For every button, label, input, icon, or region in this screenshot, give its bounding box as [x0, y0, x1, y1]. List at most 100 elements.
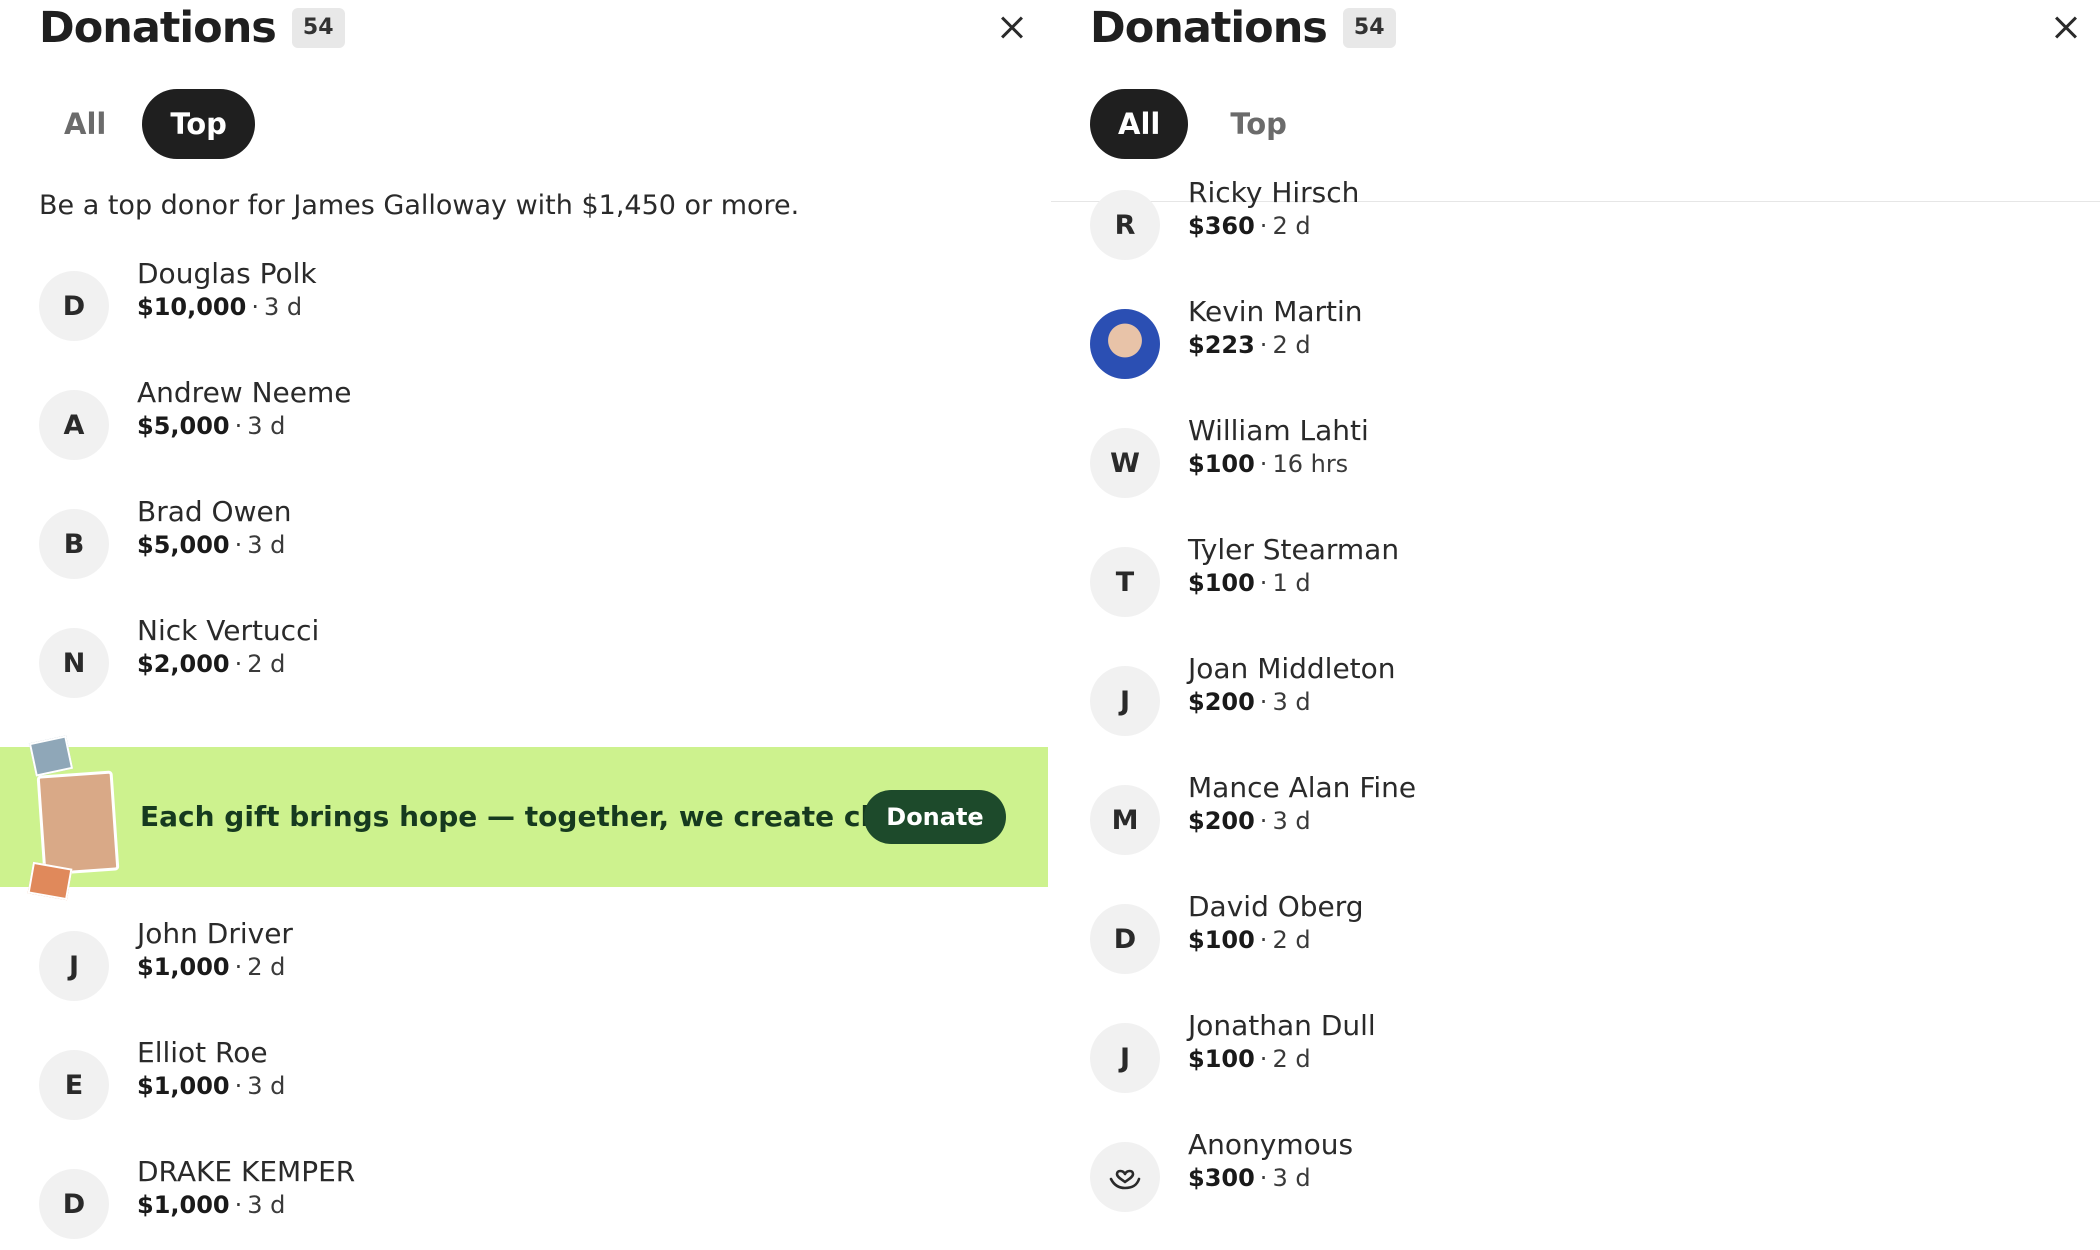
donation-amount: $1,000	[137, 1072, 230, 1100]
donation-time: 2 d	[1272, 212, 1311, 240]
tab-top[interactable]: Top	[142, 89, 255, 159]
donation-amount: $100	[1188, 926, 1255, 954]
donation-amount: $100	[1188, 450, 1255, 478]
donations-panel-all: Donations 54 All Top R Ricky Hirsch $360 · 2…	[1051, 0, 2100, 1250]
donation-meta: $100 · 2 d	[1188, 926, 1311, 954]
donor-name: Douglas Polk	[137, 257, 317, 290]
avatar-initial: T	[1090, 547, 1160, 617]
separator: ·	[234, 1072, 243, 1100]
tab-all[interactable]: All	[1090, 89, 1189, 159]
donation-amount: $100	[1188, 569, 1255, 597]
donation-meta: $360 · 2 d	[1188, 212, 1311, 240]
donor-name: David Oberg	[1188, 890, 1364, 923]
donation-amount: $5,000	[137, 412, 230, 440]
donation-amount: $300	[1188, 1164, 1255, 1192]
donor-name: John Driver	[137, 917, 293, 950]
separator: ·	[1259, 331, 1268, 359]
donation-time: 3 d	[247, 1191, 286, 1219]
donation-meta: $1,000 · 3 d	[137, 1191, 285, 1219]
donor-name: William Lahti	[1188, 414, 1369, 447]
tab-all[interactable]: All	[36, 89, 134, 159]
donation-time: 2 d	[1272, 926, 1311, 954]
banner-photo	[28, 735, 74, 777]
donor-name: Anonymous	[1188, 1128, 1354, 1161]
donation-amount: $2,000	[137, 650, 230, 678]
avatar	[1090, 309, 1160, 379]
donor-name: Elliot Roe	[137, 1036, 268, 1069]
close-icon[interactable]	[988, 4, 1036, 52]
donation-meta: $10,000 · 3 d	[137, 293, 302, 321]
donor-name: Kevin Martin	[1188, 295, 1363, 328]
donation-time: 3 d	[1272, 1164, 1311, 1192]
filter-tabs: All Top	[39, 89, 255, 159]
separator: ·	[1259, 926, 1268, 954]
avatar-initial: M	[1090, 785, 1160, 855]
donate-banner: Each gift brings hope — together, we cre…	[0, 735, 1048, 901]
donation-amount: $100	[1188, 1045, 1255, 1073]
donor-name: Andrew Neeme	[137, 376, 352, 409]
donor-name: DRAKE KEMPER	[137, 1155, 356, 1188]
donation-amount: $10,000	[137, 293, 247, 321]
panel-header: Donations 54	[39, 0, 345, 56]
donation-time: 2 d	[1272, 1045, 1311, 1073]
separator: ·	[1259, 1164, 1268, 1192]
donation-meta: $100 · 1 d	[1188, 569, 1311, 597]
donate-button[interactable]: Donate	[864, 790, 1006, 844]
donation-meta: $5,000 · 3 d	[137, 412, 285, 440]
donation-meta: $200 · 3 d	[1188, 807, 1311, 835]
separator: ·	[234, 531, 243, 559]
avatar-initial: N	[39, 628, 109, 698]
donation-time: 1 d	[1272, 569, 1311, 597]
panel-header: Donations 54	[1090, 0, 1396, 56]
avatar-initial: W	[1090, 428, 1160, 498]
banner-photo	[27, 861, 73, 901]
donation-time: 3 d	[247, 1072, 286, 1100]
donation-amount: $200	[1188, 688, 1255, 716]
filter-tabs: All Top	[1090, 89, 1315, 159]
donation-time: 3 d	[263, 293, 303, 321]
donor-name: Mance Alan Fine	[1188, 771, 1417, 804]
donation-meta: $5,000 · 3 d	[137, 531, 285, 559]
separator: ·	[1259, 569, 1268, 597]
separator: ·	[251, 293, 259, 321]
avatar-initial: J	[39, 931, 109, 1001]
avatar-initial: D	[1090, 904, 1160, 974]
donation-amount: $1,000	[137, 953, 230, 981]
donation-amount: $1,000	[137, 1191, 230, 1219]
avatar-initial: D	[39, 271, 109, 341]
avatar-initial: E	[39, 1050, 109, 1120]
donation-amount: $360	[1188, 212, 1255, 240]
avatar-initial: J	[1090, 1023, 1160, 1093]
tab-top[interactable]: Top	[1202, 89, 1315, 159]
donor-name: Ricky Hirsch	[1188, 176, 1360, 209]
avatar-initial: A	[39, 390, 109, 460]
donor-name: Joan Middleton	[1188, 652, 1396, 685]
banner-message: Each gift brings hope — together, we cre…	[140, 800, 969, 833]
donor-name: Brad Owen	[137, 495, 292, 528]
donation-time: 2 d	[247, 650, 286, 678]
separator: ·	[1259, 212, 1268, 240]
donation-amount: $200	[1188, 807, 1255, 835]
close-icon[interactable]	[2042, 4, 2090, 52]
separator: ·	[1259, 807, 1268, 835]
panel-title: Donations	[39, 3, 277, 53]
avatar-initial: B	[39, 509, 109, 579]
donation-meta: $2,000 · 2 d	[137, 650, 285, 678]
separator: ·	[234, 650, 243, 678]
separator: ·	[1259, 450, 1268, 478]
donation-count-badge: 54	[1342, 8, 1396, 48]
donor-name: Jonathan Dull	[1188, 1009, 1376, 1042]
separator: ·	[234, 1191, 243, 1219]
banner-photo	[36, 770, 120, 876]
donor-name: Nick Vertucci	[137, 614, 320, 647]
heart-hand-icon	[1090, 1142, 1160, 1212]
donation-meta: $223 · 2 d	[1188, 331, 1311, 359]
donation-time: 2 d	[1272, 331, 1311, 359]
donation-meta: $200 · 3 d	[1188, 688, 1311, 716]
donation-meta: $100 · 16 hrs	[1188, 450, 1348, 478]
avatar-initial: J	[1090, 666, 1160, 736]
avatar-initial: R	[1090, 190, 1160, 260]
donation-amount: $223	[1188, 331, 1255, 359]
donation-time: 3 d	[1272, 688, 1311, 716]
donation-meta: $100 · 2 d	[1188, 1045, 1311, 1073]
